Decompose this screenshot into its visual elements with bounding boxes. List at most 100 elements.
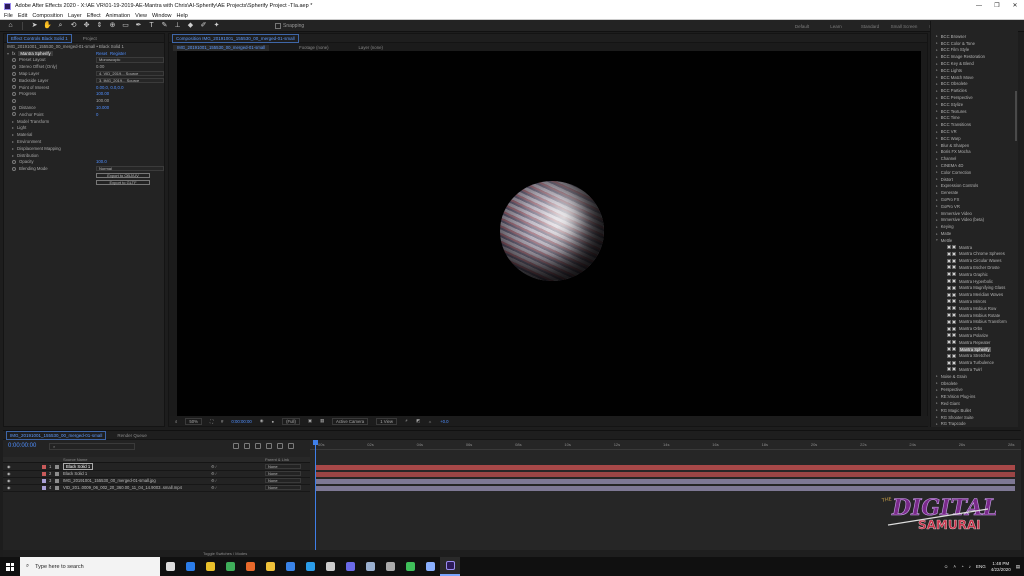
chrome-2-taskbar-button[interactable] (220, 557, 240, 576)
camera-dropdown[interactable]: Active Camera (332, 417, 369, 425)
graph-editor-icon[interactable] (288, 443, 294, 449)
effect-item[interactable]: Mantra Stretcher (931, 352, 1018, 359)
effect-item[interactable]: Mantra Mobius Rotate (931, 312, 1018, 319)
effect-item[interactable]: Mantra Repeater (931, 339, 1018, 346)
layer-row[interactable]: ◉ 4 VID_201..0009_06_002_20_360.00_11_04_1… (3, 485, 310, 492)
effect-item[interactable]: Mantra Orbs (931, 325, 1018, 332)
expand-category-icon[interactable]: ▸ (936, 82, 938, 86)
maximize-button[interactable]: ❐ (988, 0, 1006, 12)
layer-label-color[interactable] (42, 478, 46, 483)
taskbar-clock[interactable]: 1:48 PM 4/22/2020 (991, 561, 1011, 572)
snapping-checkbox[interactable] (275, 22, 281, 29)
reset-exposure-icon[interactable]: ☼ (428, 419, 432, 424)
layer-duration-bar[interactable] (316, 471, 1015, 477)
expand-category-icon[interactable]: ▸ (936, 170, 938, 174)
workspace-default[interactable]: Default (786, 24, 818, 29)
effect-category[interactable]: ▸ BCC Perspective (931, 94, 1018, 101)
effect-category[interactable]: ▸ BCC VR (931, 128, 1018, 135)
menu-animation[interactable]: Animation (106, 13, 130, 19)
language-indicator[interactable]: ENG (976, 564, 986, 569)
taskbar-search-box[interactable]: ⌕ Type here to search (20, 557, 160, 576)
type-tool-icon[interactable]: T (147, 21, 156, 30)
expand-category-icon[interactable]: ▸ (936, 388, 938, 392)
effect-property-row[interactable]: Backside Layer 3. IMG_2019... Source (4, 77, 164, 84)
expand-category-icon[interactable]: ▸ (936, 177, 938, 181)
transparency-grid-icon[interactable]: ▦ (320, 418, 324, 424)
parent-dropdown[interactable]: None (265, 464, 301, 470)
mail-taskbar-button[interactable] (280, 557, 300, 576)
layer-name[interactable]: IMG_20191001_155530_00_merged-01-small.j… (63, 478, 156, 483)
expand-category-icon[interactable]: ▾ (936, 238, 938, 242)
expand-category-icon[interactable]: ▸ (936, 408, 938, 412)
effect-category[interactable]: ▸ BCC Textures (931, 108, 1018, 115)
effect-category[interactable]: ▸ BCC Stylize (931, 101, 1018, 108)
eraser-tool-icon[interactable]: ◆ (186, 21, 195, 30)
effect-item[interactable]: Mantra Circular Waves (931, 257, 1018, 264)
effect-register-link[interactable]: Register (110, 51, 126, 56)
workspace-learn[interactable]: Learn (820, 24, 852, 29)
layer-label-color[interactable] (42, 471, 46, 476)
pan-behind-icon[interactable]: ⊕ (108, 21, 117, 30)
effect-category[interactable]: ▸ Immersive Video (beta) (931, 217, 1018, 224)
effect-property-row[interactable]: Anchor Point 0 (4, 111, 164, 118)
visibility-eye-icon[interactable]: ◉ (7, 485, 11, 490)
expand-category-icon[interactable]: ▸ (936, 225, 938, 229)
effect-category[interactable]: ▸ Color Correction (931, 169, 1018, 176)
effect-property-row[interactable]: 100.00 (4, 97, 164, 104)
effect-item[interactable]: Mantra Hyperbolic (931, 278, 1018, 285)
menu-layer[interactable]: Layer (68, 13, 82, 19)
snapping-toggle[interactable]: Snapping (275, 22, 304, 29)
layer-row[interactable]: ◉ 2 Black Solid 1 ⚙ ⁄ None (3, 471, 310, 478)
task-view-taskbar-button[interactable] (160, 557, 180, 576)
effect-property-row[interactable]: Progress 100.00 (4, 91, 164, 98)
volume-icon[interactable]: ♪ (969, 564, 971, 569)
store-taskbar-button[interactable] (300, 557, 320, 576)
expand-category-icon[interactable]: ▸ (936, 381, 938, 385)
shy-layers-icon[interactable] (255, 443, 261, 449)
effect-category[interactable]: ▸ CINEMA 4D (931, 162, 1018, 169)
effect-category[interactable]: ▸ RE:Vision Plug-ins (931, 393, 1018, 400)
effect-category[interactable]: ▸ Expression Controls (931, 183, 1018, 190)
settings-taskbar-button[interactable] (380, 557, 400, 576)
zoom-dropdown[interactable]: 50% (185, 417, 203, 425)
effect-property-row[interactable]: Preset Layout Monoscopic (4, 57, 164, 64)
effect-category[interactable]: ▸ Blur & Sharpen (931, 142, 1018, 149)
layer-duration-bar[interactable] (316, 464, 1015, 470)
expand-category-icon[interactable]: ▸ (936, 401, 938, 405)
expand-category-icon[interactable]: ▸ (936, 143, 938, 147)
expand-category-icon[interactable]: ▸ (936, 184, 938, 188)
stopwatch-icon[interactable] (12, 64, 16, 69)
expand-category-icon[interactable]: ▸ (936, 150, 938, 154)
expand-category-icon[interactable]: ▸ (936, 102, 938, 106)
orbit-camera-icon[interactable]: ⟲ (69, 21, 78, 30)
tab-timeline-comp[interactable]: IMG_20191001_155530_00_merged-01-small (6, 430, 107, 440)
tab-render-queue[interactable]: Render Queue (114, 432, 150, 439)
effect-name[interactable]: Mantra Spherify (18, 50, 53, 56)
expand-category-icon[interactable]: ▸ (936, 422, 938, 426)
effect-category[interactable]: ▸ BCC Key & Blend (931, 60, 1018, 67)
expand-category-icon[interactable]: ▸ (936, 415, 938, 419)
effect-category[interactable]: ▸ Boris FX Mocha (931, 149, 1018, 156)
pen-tool-icon[interactable]: ✒ (134, 21, 143, 30)
menu-help[interactable]: Help (177, 13, 188, 19)
effect-category[interactable]: ▸ Generate (931, 189, 1018, 196)
effect-category[interactable]: ▸ Channel (931, 155, 1018, 162)
workspace-small-screen[interactable]: Small Screen (888, 24, 920, 29)
effect-item[interactable]: Mantra Mobius Transform (931, 318, 1018, 325)
property-value[interactable]: 100.00 (96, 91, 109, 96)
sync-taskbar-button[interactable] (400, 557, 420, 576)
notifications-icon[interactable]: ▤ (1016, 564, 1020, 570)
effect-property-row[interactable]: ▸ Displacement Mapping (4, 145, 164, 152)
resolution-dropdown[interactable]: (Full) (282, 417, 300, 425)
tab-project[interactable]: Project (80, 35, 100, 42)
expand-category-icon[interactable]: ▸ (936, 157, 938, 161)
export-gltf-button[interactable]: Export to GLTF (96, 179, 150, 186)
expand-category-icon[interactable]: ▸ (936, 55, 938, 59)
effect-item[interactable]: Mantra Mirrors (931, 298, 1018, 305)
draft-3d-icon[interactable] (244, 443, 250, 449)
3d-draft-icon[interactable]: ◩ (416, 418, 420, 424)
menu-file[interactable]: File (4, 13, 13, 19)
property-dropdown[interactable]: 3. IMG_2019... Source (96, 77, 164, 84)
effect-category[interactable]: ▸ BCC Image Restoration (931, 53, 1018, 60)
tab-effect-controls[interactable]: Effect Controls Black Solid 1 (7, 33, 72, 43)
